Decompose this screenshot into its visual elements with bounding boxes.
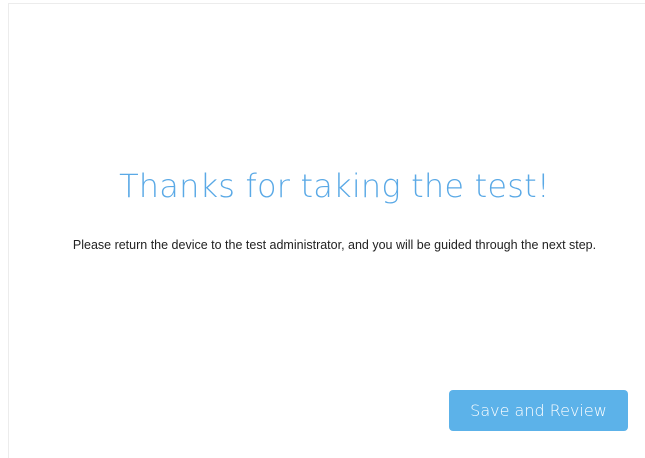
instruction-text: Please return the device to the test adm… (72, 238, 597, 252)
page-title: Thanks for taking the test! (119, 167, 550, 205)
save-and-review-button[interactable]: Save and Review (449, 390, 628, 431)
